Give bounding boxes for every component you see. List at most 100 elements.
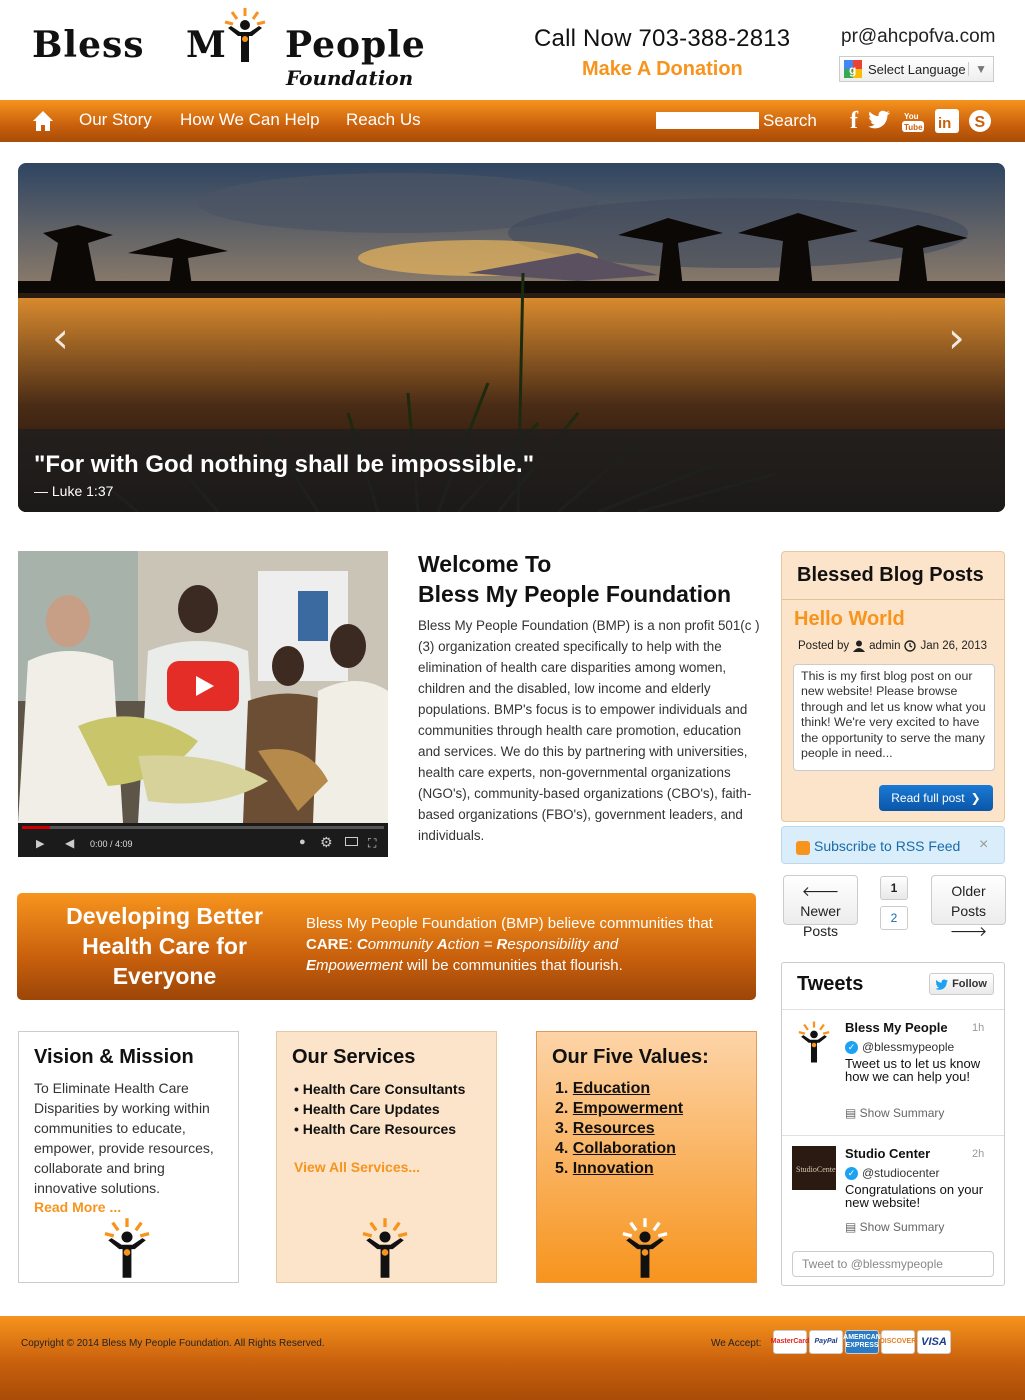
- nav-how-we-can-help[interactable]: How We Can Help: [180, 110, 320, 130]
- hero-quote: "For with God nothing shall be impossibl…: [34, 451, 535, 478]
- hero-slider[interactable]: ‹ › "For with God nothing shall be impos…: [18, 163, 1005, 512]
- site-logo[interactable]: Bless M People Foundation: [30, 6, 450, 94]
- svg-text:StudioCenter: StudioCenter: [796, 1165, 836, 1174]
- video-controls: ▶ ◀ 0:00 / 4:09 ● ⚙ ⛶: [18, 823, 388, 857]
- call-now-phone[interactable]: Call Now 703-388-2813: [534, 25, 790, 53]
- make-donation-link[interactable]: Make A Donation: [582, 58, 743, 81]
- show-summary-link[interactable]: ▤ Show Summary: [845, 1106, 944, 1120]
- tweet-item[interactable]: Bless My People 1h ✓ @blessmypeople Tweet…: [782, 1009, 1004, 1134]
- newer-posts-button[interactable]: 🡐 Newer Posts: [783, 875, 858, 939]
- read-full-post-button[interactable]: Read full post ❯: [879, 785, 993, 811]
- twitter-follow-button[interactable]: Follow: [929, 973, 994, 995]
- facebook-icon[interactable]: f: [842, 108, 866, 134]
- amex-icon: AMERICAN EXPRESS: [843, 1330, 881, 1354]
- tweet-item[interactable]: StudioCenter Studio Center 2h ✓ @studioce…: [782, 1135, 1004, 1239]
- language-select[interactable]: g Select Language ▼: [839, 56, 994, 82]
- vision-mission-title: Vision & Mission: [34, 1046, 194, 1068]
- slider-prev-arrow-icon[interactable]: ‹: [52, 313, 69, 362]
- close-icon[interactable]: ×: [979, 836, 988, 854]
- rss-subscribe-link[interactable]: Subscribe to RSS Feed: [814, 838, 960, 854]
- our-services-title: Our Services: [292, 1046, 416, 1068]
- page-2-link[interactable]: 2: [880, 906, 908, 930]
- tweet-time[interactable]: 1h: [972, 1022, 984, 1034]
- page-1-link[interactable]: 1: [880, 876, 908, 900]
- copyright-text: Copyright © 2014 Bless My People Foundat…: [21, 1338, 325, 1349]
- chevron-down-icon: ▼: [968, 62, 987, 76]
- tweet-handle[interactable]: ✓ @studiocenter: [845, 1166, 940, 1180]
- view-all-services-link[interactable]: View All Services...: [294, 1159, 420, 1175]
- play-icon[interactable]: ▶: [36, 837, 44, 850]
- arrow-right-icon: 🡒: [949, 923, 988, 939]
- vision-read-more-link[interactable]: Read More ...: [34, 1199, 121, 1215]
- value-item: 5. Innovation: [555, 1160, 654, 1177]
- value-link-empowerment[interactable]: Empowerment: [573, 1100, 683, 1117]
- twitter-icon[interactable]: [868, 109, 892, 133]
- blog-post-title-link[interactable]: Hello World: [794, 608, 905, 631]
- logo-word-bless: Bless: [32, 24, 145, 66]
- chevron-right-icon: ❯: [970, 791, 981, 805]
- youtube-icon[interactable]: You Tube: [901, 109, 925, 133]
- svg-text:g: g: [849, 63, 856, 77]
- user-icon: [853, 640, 866, 652]
- services-list: • Health Care Consultants • Health Care …: [294, 1079, 465, 1139]
- our-services-box: Our Services • Health Care Consultants •…: [276, 1031, 497, 1283]
- tweet-text: Tweet us to let us know how we can help …: [845, 1056, 981, 1084]
- nav-our-story[interactable]: Our Story: [79, 110, 152, 130]
- site-header: Bless M People Foundation Call Now 703-3…: [0, 0, 1025, 100]
- paypal-icon: PayPal: [809, 1330, 843, 1354]
- value-link-resources[interactable]: Resources: [573, 1120, 655, 1137]
- service-item: • Health Care Updates: [294, 1101, 440, 1117]
- posted-by-label: Posted by: [798, 640, 850, 652]
- follow-label: Follow: [952, 978, 987, 990]
- theater-mode-icon[interactable]: [345, 837, 358, 846]
- video-progress-bar[interactable]: [22, 826, 384, 829]
- show-summary-link[interactable]: ▤ Show Summary: [845, 1220, 944, 1234]
- logo-figure-icon: [224, 8, 266, 62]
- settings-gear-icon[interactable]: ⚙: [320, 834, 333, 851]
- divider: [782, 599, 1004, 600]
- values-list: 1. Education 2. Empowerment 3. Resources…: [555, 1079, 683, 1179]
- tweet-author-name[interactable]: Studio Center: [845, 1146, 930, 1161]
- video-player[interactable]: ▶ ◀ 0:00 / 4:09 ● ⚙ ⛶: [18, 551, 388, 857]
- video-play-button[interactable]: [167, 661, 239, 711]
- logo-figure-icon: [622, 1218, 668, 1278]
- blog-posts-widget: Blessed Blog Posts Hello World Posted by…: [781, 551, 1005, 822]
- linkedin-icon[interactable]: in: [935, 109, 959, 133]
- svg-text:You: You: [904, 112, 919, 121]
- info-icon[interactable]: ●: [299, 836, 306, 848]
- logo-word-my: M: [186, 24, 226, 66]
- logo-figure-icon: [362, 1218, 408, 1278]
- skype-icon[interactable]: S: [968, 109, 992, 133]
- value-link-collaboration[interactable]: Collaboration: [573, 1140, 676, 1157]
- value-link-innovation[interactable]: Innovation: [573, 1160, 654, 1177]
- welcome-body: Bless My People Foundation (BMP) is a no…: [418, 618, 760, 843]
- welcome-heading: Welcome To Bless My People Foundation: [418, 549, 768, 609]
- we-accept-label: We Accept:: [711, 1338, 762, 1349]
- slider-next-arrow-icon[interactable]: ›: [948, 313, 965, 362]
- service-item: • Health Care Resources: [294, 1121, 457, 1137]
- volume-icon[interactable]: ◀: [65, 836, 74, 850]
- fullscreen-icon[interactable]: ⛶: [368, 836, 376, 851]
- welcome-heading-line1: Welcome To: [418, 551, 552, 577]
- contact-email-link[interactable]: pr@ahcpofva.com: [841, 26, 995, 48]
- health-care-banner: Developing Better Health Care for Everyo…: [17, 893, 756, 1000]
- avatar: [798, 1021, 830, 1063]
- svg-text:S: S: [975, 114, 986, 131]
- rss-icon: [796, 841, 810, 855]
- welcome-heading-line2: Bless My People Foundation: [418, 581, 732, 607]
- rss-subscribe-bar[interactable]: Subscribe to RSS Feed ×: [781, 826, 1005, 864]
- nav-reach-us[interactable]: Reach Us: [346, 110, 421, 130]
- hero-caption: "For with God nothing shall be impossibl…: [18, 429, 1005, 512]
- logo-figure-icon: [104, 1218, 150, 1278]
- search-button[interactable]: Search: [763, 111, 817, 131]
- home-icon[interactable]: [32, 110, 54, 132]
- post-date: Jan 26, 2013: [920, 640, 987, 652]
- svg-text:in: in: [938, 115, 951, 132]
- older-posts-button[interactable]: Older Posts 🡒: [931, 875, 1006, 939]
- tweet-handle[interactable]: ✓ @blessmypeople: [845, 1040, 954, 1054]
- tweet-time[interactable]: 2h: [972, 1148, 984, 1160]
- tweet-author-name[interactable]: Bless My People: [845, 1020, 948, 1035]
- value-link-education[interactable]: Education: [573, 1080, 650, 1097]
- tweet-compose-input[interactable]: Tweet to @blessmypeople: [792, 1251, 994, 1277]
- search-input[interactable]: [656, 112, 759, 129]
